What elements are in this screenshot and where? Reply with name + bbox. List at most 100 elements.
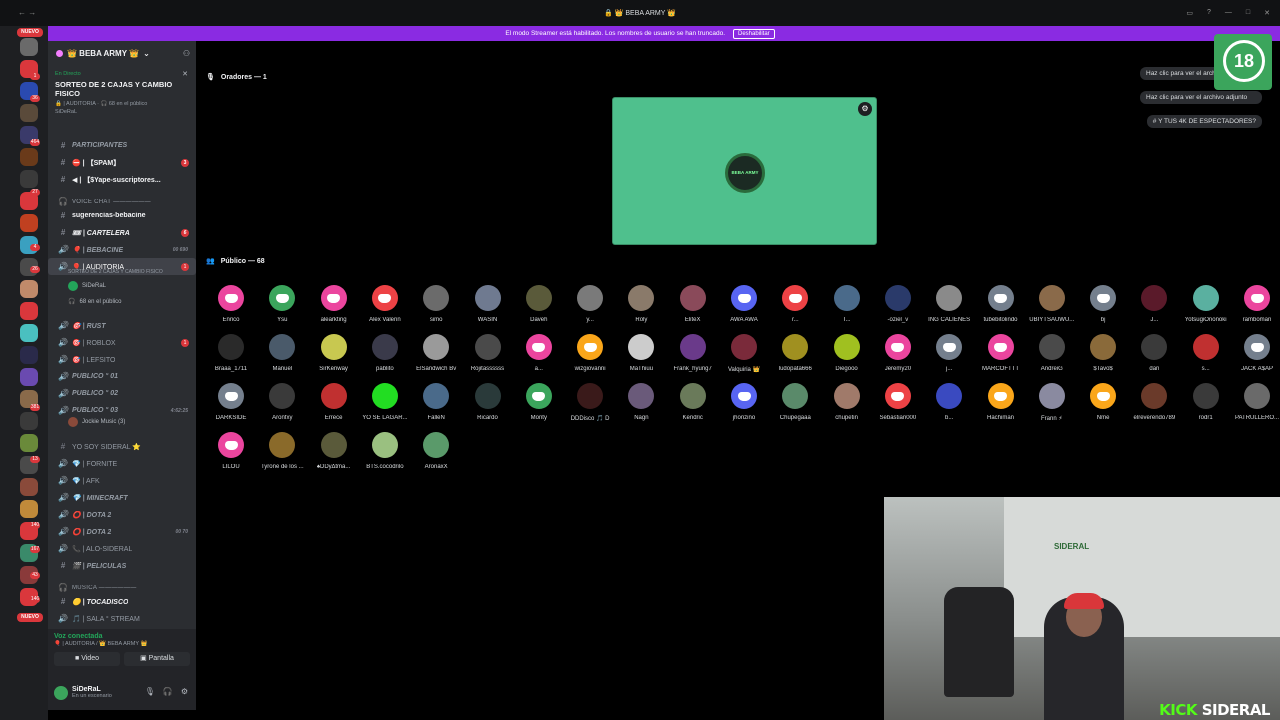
channel-item[interactable]: 🔊 🎯 | RUST — [48, 317, 196, 334]
audience-member[interactable]: BTS.cocodrilo — [359, 432, 411, 470]
channel-item[interactable]: 🔊 📞 | ALO-SIDERAL — [48, 540, 196, 557]
audience-member[interactable]: Álex Valerin — [359, 285, 411, 323]
server-icon[interactable] — [20, 412, 38, 430]
inbox-icon[interactable]: ▭ — [1186, 9, 1193, 17]
audience-member[interactable]: -oziel_v — [872, 285, 924, 323]
audience-member[interactable]: YotsugiOnonoki — [1180, 285, 1232, 323]
audience-member[interactable]: Tyrone de los ... — [256, 432, 308, 470]
channel-item[interactable]: # 🎟 | CARTELERA 6 — [48, 224, 196, 241]
message-notification[interactable]: # Y TUS 4K DE ESPECTADORES? — [1146, 115, 1262, 128]
audience-member[interactable]: bj — [1077, 285, 1129, 323]
audience-member[interactable]: alearkting — [308, 285, 360, 323]
audience-member[interactable]: SirKenway — [308, 334, 360, 372]
audience-member[interactable]: T... — [821, 285, 873, 323]
audience-member[interactable]: DDDisco 🎵 D — [564, 383, 616, 422]
audience-member[interactable]: AndreiG — [1026, 334, 1078, 372]
audience-member[interactable]: s... — [1180, 334, 1232, 372]
channel-item[interactable]: # PARTICIPANTES — [48, 137, 196, 154]
audience-member[interactable]: ♠DDy∆tma... — [308, 432, 360, 470]
channel-item[interactable]: # YO SOY SIDERAL ⭐ — [48, 438, 196, 455]
audience-member[interactable]: pablito — [359, 334, 411, 372]
audience-member[interactable]: Nagn — [615, 383, 667, 421]
audience-member[interactable]: EliteX — [667, 285, 719, 323]
audience-member[interactable]: jhonziño — [718, 383, 770, 421]
audience-member[interactable]: DARKSIDE — [205, 383, 257, 421]
audience-member[interactable]: Monty — [513, 383, 565, 421]
screen-share-button[interactable]: ▣ Pantalla — [124, 652, 190, 666]
live-event-card[interactable]: En Directo SORTEO DE 2 CAJAS Y CAMBIO FI… — [48, 65, 196, 125]
server-icon[interactable] — [20, 346, 38, 364]
audience-member[interactable]: ludopata666 — [769, 334, 821, 372]
audience-member[interactable]: wizgiovanni — [564, 334, 616, 372]
audience-member[interactable]: PATRULLERO... — [1231, 383, 1280, 421]
audience-member[interactable]: j... — [923, 334, 975, 372]
server-icon[interactable] — [20, 434, 38, 452]
audience-member[interactable]: simo — [410, 285, 462, 323]
server-icon[interactable] — [20, 280, 38, 298]
channel-item[interactable]: 🔊 💎 | FORNITE — [48, 455, 196, 472]
channel-item[interactable]: 🔊 🎯 | LEFSITO — [48, 351, 196, 368]
audience-member[interactable]: Daveh — [513, 285, 565, 323]
audience-member[interactable]: Chupegaaa — [769, 383, 821, 421]
channel-item[interactable]: 🔊 PUBLICO ° 01 — [48, 368, 196, 385]
audience-member[interactable]: Frann ⚡ — [1026, 383, 1078, 422]
audience-member[interactable]: Nme — [1077, 383, 1129, 421]
audience-member[interactable]: Diegooo — [821, 334, 873, 372]
audience-member[interactable]: elreverendo789 — [1128, 383, 1180, 421]
audience-member[interactable]: Jeremy20 — [872, 334, 924, 372]
server-header[interactable]: 👑 BEBA ARMY 👑 ⌄ ⚇ — [48, 41, 196, 65]
audience-member[interactable]: Frank_hyung7 — [667, 334, 719, 372]
audience-member[interactable]: a... — [513, 334, 565, 372]
channel-item[interactable]: # ◀ | 【$Yape-suscriptores... — [48, 171, 196, 188]
gear-icon[interactable]: ⚙ — [181, 687, 188, 696]
audience-member[interactable]: YO SE LAGAR... — [359, 383, 411, 421]
stage-speaker[interactable]: SiDeRaL — [68, 281, 106, 291]
server-icon[interactable] — [20, 170, 38, 188]
audience-member[interactable]: Rojitassssss — [462, 334, 514, 372]
channel-item[interactable]: 🔊 ⭕ | DOTA 2 00 70 — [48, 523, 196, 540]
audience-member[interactable]: Errece — [308, 383, 360, 421]
gear-icon[interactable]: ⚙ — [858, 102, 872, 116]
channel-item[interactable]: # 🎬 | PELICULAS — [48, 557, 196, 574]
disable-streamer-button[interactable]: Deshabilitar — [733, 28, 775, 39]
audience-member[interactable]: Enrico — [205, 285, 257, 323]
channel-item[interactable]: # 🟡 | TOCADISCO — [48, 593, 196, 610]
audience-member[interactable]: FalleN — [410, 383, 462, 421]
server-icon[interactable] — [20, 214, 38, 232]
channel-item[interactable]: # sugerencias-bebacine — [48, 207, 196, 224]
audience-member[interactable]: Ysu — [256, 285, 308, 323]
audience-member[interactable]: rodr1 — [1180, 383, 1232, 421]
audience-member[interactable]: Sebastian000 — [872, 383, 924, 421]
channel-item[interactable]: # ⛔ | 【SPAM】 3 — [48, 154, 196, 171]
audience-member[interactable]: JACK A$AP — [1231, 334, 1280, 372]
audience-member[interactable]: AWA AWA — [718, 285, 770, 323]
audience-member[interactable]: ElSandwich Bv — [410, 334, 462, 372]
audience-member[interactable]: ramboman — [1231, 285, 1280, 323]
microphone-icon[interactable]: 🎙 — [145, 687, 155, 696]
server-icon[interactable] — [20, 38, 38, 56]
server-icon[interactable] — [20, 368, 38, 386]
audience-member[interactable]: Roly — [615, 285, 667, 323]
close-icon[interactable]: ✕ — [1264, 9, 1270, 17]
audience-member[interactable]: WASIN — [462, 285, 514, 323]
channel-item[interactable]: 🔊 ⭕ | DOTA 2 — [48, 506, 196, 523]
channel-item[interactable]: 🔊 🎯 | ROBLOX 1 — [48, 334, 196, 351]
close-icon[interactable]: ✕ — [182, 70, 188, 78]
audience-member[interactable]: y... — [564, 285, 616, 323]
audience-member[interactable]: b... — [923, 383, 975, 421]
help-icon[interactable]: ? — [1207, 9, 1211, 17]
add-member-icon[interactable]: ⚇ — [183, 49, 190, 58]
audience-member[interactable]: chupetin — [821, 383, 873, 421]
audience-member[interactable]: ING CALIENES — [923, 285, 975, 323]
audience-member[interactable]: $Tavo$ — [1077, 334, 1129, 372]
audience-member[interactable]: Hachiman — [975, 383, 1027, 421]
audience-member[interactable]: dan — [1128, 334, 1180, 372]
audience-member[interactable]: LILOU — [205, 432, 257, 470]
audience-member[interactable]: r... — [769, 285, 821, 323]
audience-member[interactable]: MaThiuu — [615, 334, 667, 372]
avatar[interactable] — [54, 685, 68, 700]
audience-member[interactable]: Valquiria 👑 — [718, 334, 770, 373]
audience-member[interactable]: Kendric — [667, 383, 719, 421]
channel-item[interactable]: 🔊 💎 | AFK — [48, 472, 196, 489]
audience-member[interactable]: UBIYTSAUWU... — [1026, 285, 1078, 323]
